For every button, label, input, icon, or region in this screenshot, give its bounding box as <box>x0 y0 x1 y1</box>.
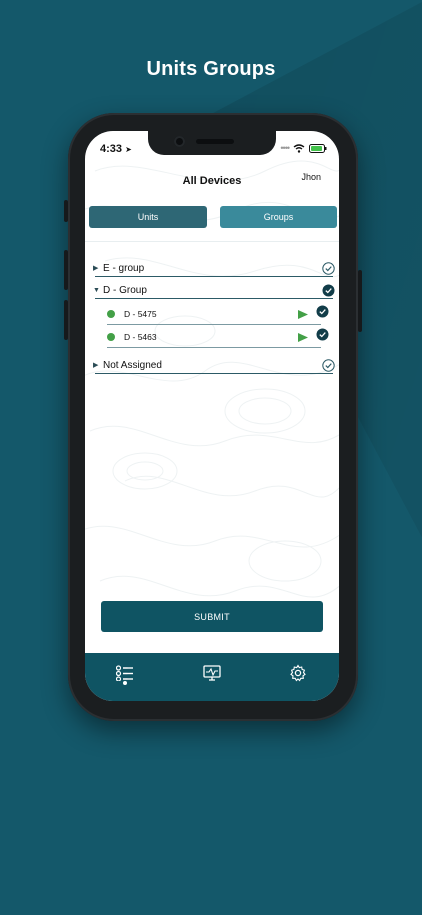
group-label: Not Assigned <box>103 359 162 371</box>
group-row-underline <box>95 276 333 277</box>
monitor-icon <box>203 665 221 681</box>
online-status-dot <box>107 310 115 318</box>
volume-up-button <box>64 250 68 290</box>
play-icon[interactable] <box>298 332 308 342</box>
earpiece-speaker <box>196 139 234 144</box>
gear-icon <box>290 664 306 682</box>
list-icon <box>116 665 133 681</box>
caret-down-icon[interactable]: ▼ <box>93 287 103 294</box>
battery-icon <box>309 143 327 153</box>
active-indicator-dot <box>123 681 127 685</box>
group-row-d-group[interactable]: ▼ D - Group <box>93 281 335 299</box>
device-row-underline <box>107 347 321 348</box>
group-row-not-assigned[interactable]: ▶ Not Assigned <box>93 356 335 374</box>
bottom-nav <box>85 653 339 701</box>
tabs-divider <box>85 241 339 242</box>
device-label: D - 5463 <box>124 332 157 342</box>
signal-icon: •••• <box>280 143 290 153</box>
location-arrow-icon: ➤ <box>125 145 132 154</box>
status-time: 4:33 ➤ <box>100 143 132 155</box>
device-row-underline <box>107 324 321 325</box>
group-row-e-group[interactable]: ▶ E - group <box>93 259 335 277</box>
submit-button[interactable]: SUBMIT <box>101 601 323 632</box>
device-row[interactable]: D - 5475 <box>107 305 329 323</box>
promo-title: Units Groups <box>146 58 276 80</box>
mute-switch <box>64 200 68 222</box>
nav-monitor-button[interactable] <box>202 663 222 683</box>
group-label: D - Group <box>103 284 147 296</box>
tab-units-label: Units <box>137 212 159 222</box>
check-circle-outline-icon <box>321 261 335 275</box>
group-row-underline <box>95 298 333 299</box>
check-circle-outline-icon <box>321 358 335 372</box>
caret-right-icon[interactable]: ▶ <box>93 361 103 369</box>
notch <box>148 131 276 155</box>
volume-down-button <box>64 300 68 340</box>
power-button <box>358 270 362 332</box>
checkbox-unchecked[interactable] <box>321 261 335 275</box>
user-name[interactable]: Jhon <box>301 172 321 182</box>
online-status-dot <box>107 333 115 341</box>
wifi-icon <box>293 143 305 153</box>
tab-groups-label: Groups <box>263 212 294 222</box>
checkbox-checked[interactable] <box>321 283 335 297</box>
front-camera <box>174 136 185 147</box>
tab-groups[interactable]: Groups <box>220 206 337 228</box>
nav-settings-button[interactable] <box>288 663 308 683</box>
check-circle-filled-icon <box>322 284 334 296</box>
app-screen: 4:33 ➤ •••• All Devices Jhon Units Group… <box>85 131 339 701</box>
tab-units[interactable]: Units <box>89 206 207 228</box>
checkbox-unchecked[interactable] <box>321 358 335 372</box>
group-label: E - group <box>103 262 145 274</box>
play-icon[interactable] <box>298 309 308 319</box>
checkbox-checked[interactable] <box>316 305 329 323</box>
checkbox-checked[interactable] <box>316 328 329 346</box>
status-icons: •••• <box>280 143 327 153</box>
check-circle-filled-icon <box>316 328 329 341</box>
submit-label: SUBMIT <box>194 611 230 622</box>
caret-right-icon[interactable]: ▶ <box>93 264 103 272</box>
device-row[interactable]: D - 5463 <box>107 328 329 346</box>
group-row-underline <box>95 373 333 374</box>
check-circle-filled-icon <box>316 305 329 318</box>
status-time-text: 4:33 <box>100 143 123 155</box>
nav-list-button[interactable] <box>115 663 135 683</box>
device-label: D - 5475 <box>124 309 157 319</box>
